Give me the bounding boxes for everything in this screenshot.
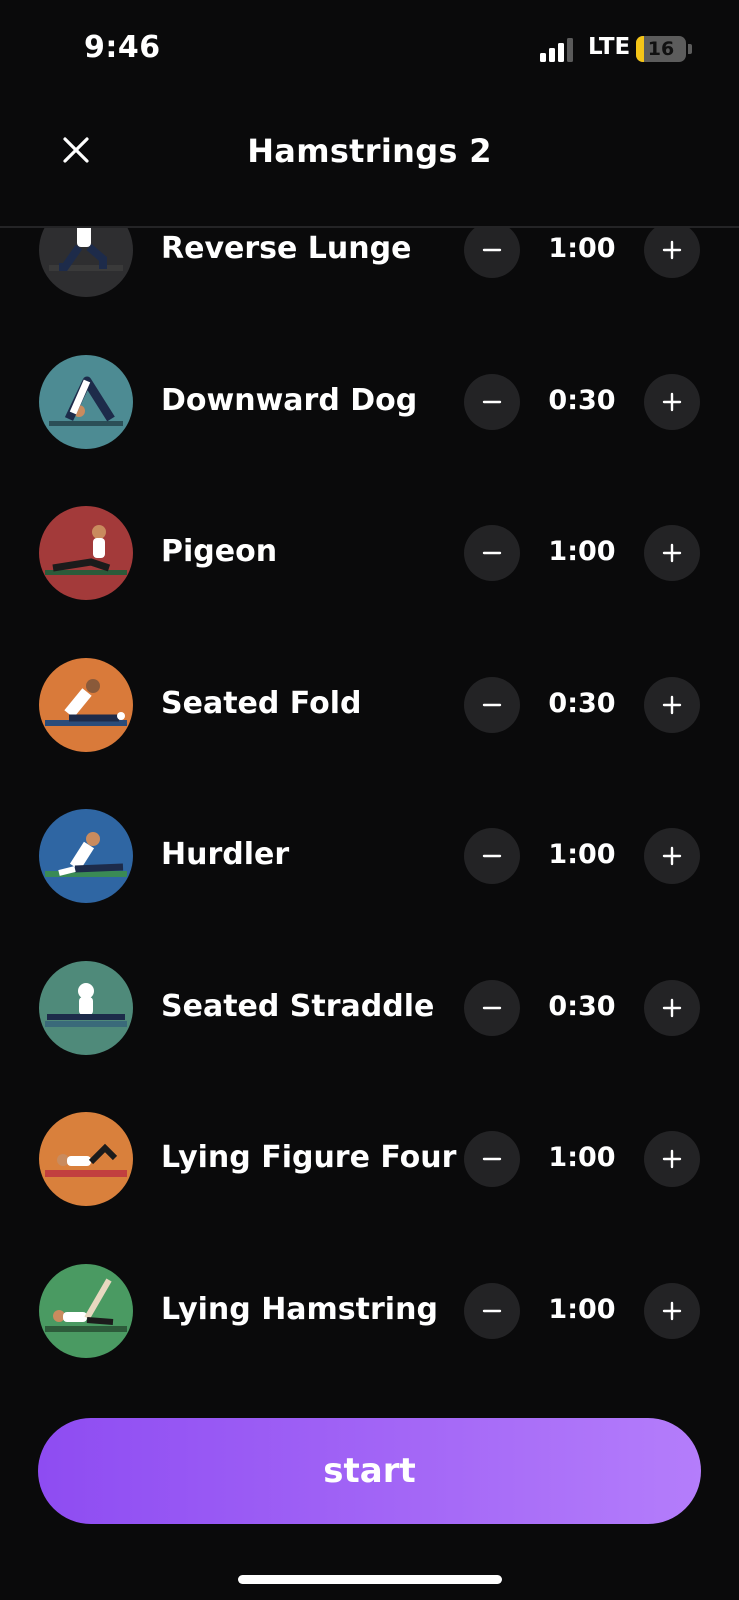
decrease-duration-button[interactable] — [464, 677, 520, 733]
exercise-duration: 1:00 — [548, 233, 616, 264]
exercise-thumbnail — [39, 658, 133, 752]
decrease-duration-button[interactable] — [464, 1283, 520, 1339]
minus-icon — [482, 854, 502, 858]
exercise-thumbnail — [39, 1264, 133, 1358]
header: Hamstrings 2 — [0, 100, 739, 228]
exercise-row[interactable]: Downward Dog 0:30 — [0, 347, 739, 457]
exercise-row[interactable]: Lying Figure Four 1:00 — [0, 1104, 739, 1214]
exercise-row[interactable]: Reverse Lunge 1:00 — [0, 228, 739, 305]
exercise-row[interactable]: Seated Fold 0:30 — [0, 650, 739, 760]
plus-icon — [662, 998, 682, 1018]
network-type: LTE — [588, 34, 631, 60]
plus-icon — [662, 543, 682, 563]
exercise-thumbnail — [39, 355, 133, 449]
minus-icon — [482, 1157, 502, 1161]
exercise-name: Pigeon — [161, 534, 278, 569]
status-bar: 9:46 LTE 16 — [0, 0, 739, 100]
exercise-row[interactable]: Lying Hamstring 1:00 — [0, 1256, 739, 1366]
increase-duration-button[interactable] — [644, 374, 700, 430]
exercise-duration: 1:00 — [548, 839, 616, 870]
minus-icon — [482, 703, 502, 707]
start-button[interactable]: start — [38, 1418, 701, 1524]
exercise-duration: 0:30 — [548, 688, 616, 719]
exercise-thumbnail — [39, 228, 133, 297]
exercise-name: Lying Hamstring — [161, 1292, 438, 1327]
battery-tip — [688, 44, 692, 54]
minus-icon — [482, 1006, 502, 1010]
exercise-row[interactable]: Pigeon 1:00 — [0, 498, 739, 608]
plus-icon — [662, 392, 682, 412]
exercise-name: Lying Figure Four — [161, 1140, 457, 1175]
increase-duration-button[interactable] — [644, 1283, 700, 1339]
exercise-row[interactable]: Seated Straddle 0:30 — [0, 953, 739, 1063]
status-time: 9:46 — [84, 30, 161, 65]
plus-icon — [662, 1149, 682, 1169]
exercise-duration: 1:00 — [548, 1142, 616, 1173]
plus-icon — [662, 846, 682, 866]
decrease-duration-button[interactable] — [464, 525, 520, 581]
exercise-name: Seated Fold — [161, 686, 362, 721]
decrease-duration-button[interactable] — [464, 980, 520, 1036]
increase-duration-button[interactable] — [644, 1131, 700, 1187]
minus-icon — [482, 551, 502, 555]
decrease-duration-button[interactable] — [464, 228, 520, 278]
exercise-thumbnail — [39, 1112, 133, 1206]
minus-icon — [482, 248, 502, 252]
exercise-list[interactable]: Reverse Lunge 1:00 Downward Dog 0:30 Pigeon 1… — [0, 228, 739, 1388]
increase-duration-button[interactable] — [644, 677, 700, 733]
increase-duration-button[interactable] — [644, 828, 700, 884]
exercise-name: Reverse Lunge — [161, 231, 412, 266]
exercise-row[interactable]: Hurdler 1:00 — [0, 801, 739, 911]
decrease-duration-button[interactable] — [464, 1131, 520, 1187]
increase-duration-button[interactable] — [644, 228, 700, 278]
page-title: Hamstrings 2 — [247, 132, 492, 170]
battery-icon: 16 — [636, 36, 686, 62]
increase-duration-button[interactable] — [644, 980, 700, 1036]
exercise-name: Downward Dog — [161, 383, 418, 418]
decrease-duration-button[interactable] — [464, 828, 520, 884]
exercise-duration: 1:00 — [548, 1294, 616, 1325]
exercise-thumbnail — [39, 961, 133, 1055]
exercise-name: Hurdler — [161, 837, 290, 872]
increase-duration-button[interactable] — [644, 525, 700, 581]
exercise-name: Seated Straddle — [161, 989, 435, 1024]
plus-icon — [662, 1301, 682, 1321]
decrease-duration-button[interactable] — [464, 374, 520, 430]
exercise-duration: 0:30 — [548, 991, 616, 1022]
exercise-thumbnail — [39, 809, 133, 903]
exercise-thumbnail — [39, 506, 133, 600]
plus-icon — [662, 240, 682, 260]
exercise-duration: 1:00 — [548, 536, 616, 567]
minus-icon — [482, 1309, 502, 1313]
home-indicator — [238, 1575, 502, 1584]
exercise-duration: 0:30 — [548, 385, 616, 416]
signal-icon — [540, 38, 573, 62]
battery-level: 16 — [647, 38, 675, 60]
plus-icon — [662, 695, 682, 715]
minus-icon — [482, 400, 502, 404]
